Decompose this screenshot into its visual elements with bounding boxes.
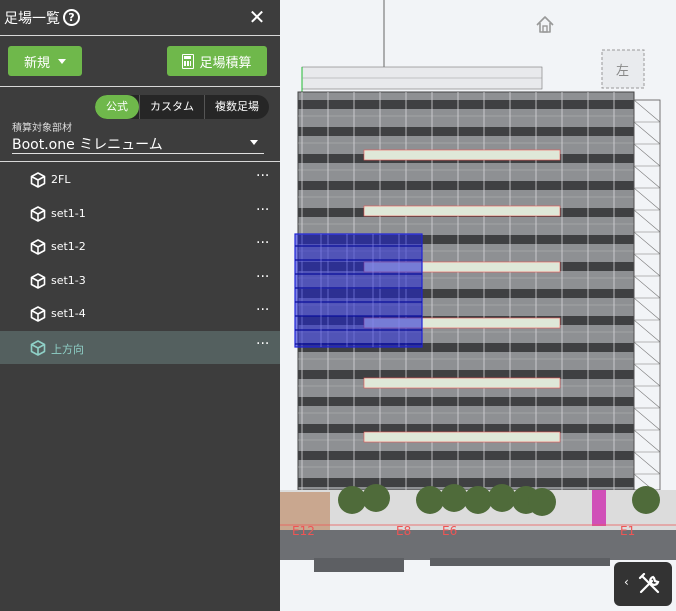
brace xyxy=(633,363,661,387)
cube-icon xyxy=(30,205,46,222)
mode-tab-official[interactable]: 公式 xyxy=(95,95,139,119)
tree xyxy=(416,486,444,514)
cube-icon xyxy=(30,172,46,188)
scaffold-deck xyxy=(298,424,634,433)
window-band xyxy=(363,377,561,389)
scaffold-deck xyxy=(298,451,634,460)
panel-header: 足場一覧 ? ✕ xyxy=(0,0,280,36)
new-button[interactable]: 新規 xyxy=(8,46,82,76)
scaffold-deck xyxy=(298,181,634,190)
window-band xyxy=(363,149,561,161)
target-member-value: Boot.one ミレニューム xyxy=(12,137,163,153)
list-item-label: 上方向 xyxy=(51,342,84,356)
chevron-down-icon xyxy=(250,140,258,145)
brace xyxy=(633,385,661,409)
scaffold-deck xyxy=(298,127,634,136)
brace xyxy=(633,231,661,255)
brace xyxy=(633,297,661,321)
more-options-icon[interactable]: ··· xyxy=(256,235,269,251)
brace xyxy=(633,451,661,475)
scaffold-deck xyxy=(298,100,634,109)
calculate-scaffold-button[interactable]: 足場積算 xyxy=(167,46,267,76)
list-item[interactable]: set1-4 ··· xyxy=(0,297,280,331)
target-member-label: 積算対象部材 xyxy=(12,123,72,134)
mode-tab-multiple[interactable]: 複数足場 xyxy=(205,95,269,119)
grid-label: E8 xyxy=(396,524,411,538)
divider xyxy=(0,161,280,162)
tree xyxy=(338,486,366,514)
cube-icon xyxy=(30,272,46,289)
tools-button[interactable]: ‹ xyxy=(614,562,672,606)
list-item-label: set1-1 xyxy=(51,206,86,220)
tree xyxy=(528,488,556,516)
scaffold-deck xyxy=(298,397,634,406)
chevron-left-icon: ‹ xyxy=(624,575,629,589)
3d-viewport[interactable]: E12 E8 E6 E1 左 ‹ xyxy=(280,0,676,611)
more-options-icon[interactable]: ··· xyxy=(256,302,269,318)
list-item-label: set1-2 xyxy=(51,240,86,253)
brace xyxy=(633,121,661,145)
side-scaffold-braces xyxy=(633,99,661,497)
foundation-step xyxy=(430,558,610,566)
window-band xyxy=(363,431,561,443)
view-cube-face-label: 左 xyxy=(616,64,629,79)
grid-label: E1 xyxy=(620,524,635,538)
mode-segmented-control: 公式 カスタム 複数足場 xyxy=(95,95,269,119)
target-member-select[interactable]: Boot.one ミレニューム xyxy=(12,133,264,154)
tree xyxy=(362,484,390,512)
panel-title: 足場一覧 xyxy=(4,11,60,27)
scaffold-list-panel: 足場一覧 ? ✕ 新規 足場積算 公式 カスタム 複数足場 積算対象部材 Boo… xyxy=(0,0,280,611)
cube-icon xyxy=(30,306,46,322)
brace xyxy=(633,209,661,233)
list-item-selected[interactable]: 上方向 ··· xyxy=(0,330,280,364)
magenta-entrance xyxy=(592,490,606,526)
list-item[interactable]: set1-2 ··· xyxy=(0,230,280,264)
divider xyxy=(0,86,280,87)
tree xyxy=(440,484,468,512)
foundation xyxy=(280,530,676,560)
more-options-icon[interactable]: ··· xyxy=(256,269,269,285)
mode-tab-custom[interactable]: カスタム xyxy=(139,95,205,119)
list-item-label: set1-3 xyxy=(51,273,86,287)
list-item[interactable]: 2FL ··· xyxy=(0,163,280,197)
calculator-icon xyxy=(182,53,195,69)
help-icon[interactable]: ? xyxy=(63,9,80,26)
new-button-label: 新規 xyxy=(23,55,50,71)
list-item-label: set1-4 xyxy=(51,307,86,320)
building-model[interactable]: E12 E8 E6 E1 左 xyxy=(280,0,676,611)
brace xyxy=(633,165,661,189)
cube-icon xyxy=(30,339,46,356)
window-band xyxy=(363,205,561,217)
brace xyxy=(633,429,661,453)
tree xyxy=(464,486,492,514)
brace xyxy=(633,341,661,365)
scaffold-deck xyxy=(298,478,634,487)
brace xyxy=(633,253,661,277)
grid-label: E12 xyxy=(292,524,315,538)
chevron-down-icon xyxy=(58,58,66,64)
more-options-icon[interactable]: ··· xyxy=(256,202,269,218)
foundation-step xyxy=(314,558,404,572)
tree xyxy=(488,484,516,512)
list-item[interactable]: set1-3 ··· xyxy=(0,264,280,298)
grid-label: E6 xyxy=(442,524,457,538)
scaffold-deck xyxy=(298,370,634,379)
tree xyxy=(632,486,660,514)
brace xyxy=(633,99,661,123)
cube-icon xyxy=(30,239,46,255)
brace xyxy=(633,275,661,299)
brace xyxy=(633,319,661,343)
more-options-icon[interactable]: ··· xyxy=(256,336,269,352)
list-item-label: 2FL xyxy=(51,173,71,186)
home-icon[interactable] xyxy=(534,14,556,36)
list-item[interactable]: set1-1 ··· xyxy=(0,197,280,231)
brace xyxy=(633,187,661,211)
more-options-icon[interactable]: ··· xyxy=(256,168,269,184)
brace xyxy=(633,407,661,431)
calculate-button-label: 足場積算 xyxy=(199,55,252,71)
brace xyxy=(633,143,661,167)
scaffold-list: 2FL ··· set1-1 ··· set1-2 ··· set1-3 ···… xyxy=(0,163,280,364)
close-icon[interactable]: ✕ xyxy=(246,6,268,28)
tools-icon xyxy=(638,573,660,594)
